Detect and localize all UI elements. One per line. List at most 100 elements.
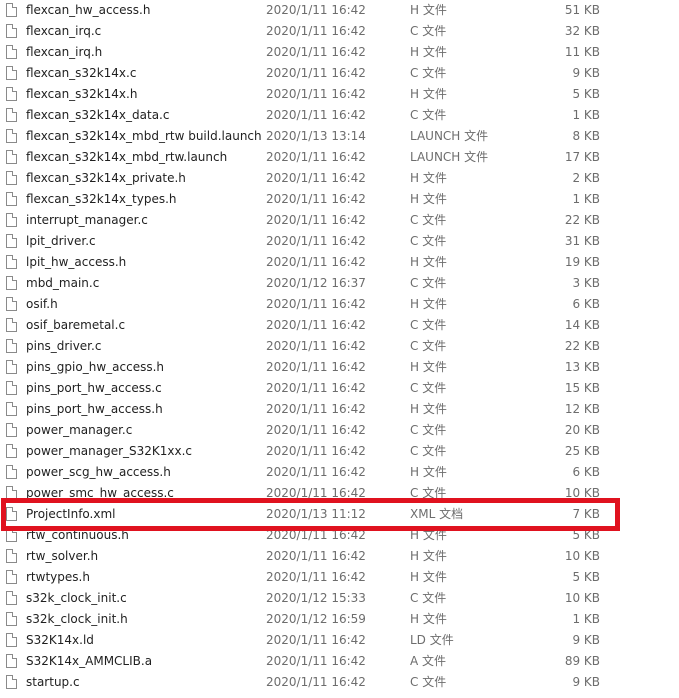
file-row[interactable]: lpit_driver.c 2020/1/11 16:42 C 文件 31 KB [0, 231, 600, 252]
file-icon [6, 507, 17, 521]
file-date: 2020/1/11 16:42 [266, 381, 366, 395]
file-row[interactable]: power_manager_S32K1xx.c 2020/1/11 16:42 … [0, 441, 600, 462]
file-type: XML 文档 [410, 507, 464, 521]
file-type: H 文件 [410, 87, 447, 101]
file-type: H 文件 [410, 171, 447, 185]
file-name: pins_driver.c [26, 339, 102, 353]
file-date: 2020/1/11 16:42 [266, 360, 366, 374]
file-row[interactable]: pins_gpio_hw_access.h 2020/1/11 16:42 H … [0, 357, 600, 378]
file-size: 32 KB [564, 24, 600, 38]
file-row[interactable]: pins_port_hw_access.h 2020/1/11 16:42 H … [0, 399, 600, 420]
file-row[interactable]: interrupt_manager.c 2020/1/11 16:42 C 文件… [0, 210, 600, 231]
file-size: 2 KB [572, 171, 600, 185]
file-icon [6, 633, 17, 647]
file-icon [6, 255, 17, 269]
file-row[interactable]: rtwtypes.h 2020/1/11 16:42 H 文件 5 KB [0, 567, 600, 588]
file-size: 22 KB [564, 339, 600, 353]
file-name: s32k_clock_init.h [26, 612, 128, 626]
file-row[interactable]: flexcan_s32k14x_mbd_rtw build.launch 202… [0, 126, 600, 147]
file-icon [6, 213, 17, 227]
file-row[interactable]: flexcan_irq.c 2020/1/11 16:42 C 文件 32 KB [0, 21, 600, 42]
file-row[interactable]: flexcan_s32k14x.h 2020/1/11 16:42 H 文件 5… [0, 84, 600, 105]
file-size: 6 KB [572, 297, 600, 311]
file-row[interactable]: flexcan_s32k14x_mbd_rtw.launch 2020/1/11… [0, 147, 600, 168]
file-date: 2020/1/11 16:42 [266, 465, 366, 479]
file-size: 3 KB [572, 276, 600, 290]
file-date: 2020/1/11 16:42 [266, 192, 366, 206]
file-row[interactable]: flexcan_s32k14x.c 2020/1/11 16:42 C 文件 9… [0, 63, 600, 84]
file-row[interactable]: S32K14x_AMMCLIB.a 2020/1/11 16:42 A 文件 8… [0, 651, 600, 672]
file-type: H 文件 [410, 528, 447, 542]
file-type: H 文件 [410, 465, 447, 479]
file-name: pins_port_hw_access.h [26, 402, 163, 416]
file-row[interactable]: flexcan_irq.h 2020/1/11 16:42 H 文件 11 KB [0, 42, 600, 63]
file-name: interrupt_manager.c [26, 213, 148, 227]
file-row[interactable]: startup.c 2020/1/11 16:42 C 文件 9 KB [0, 672, 600, 693]
file-icon [6, 549, 17, 563]
file-row[interactable]: power_scg_hw_access.h 2020/1/11 16:42 H … [0, 462, 600, 483]
file-date: 2020/1/11 16:42 [266, 528, 366, 542]
file-name: flexcan_hw_access.h [26, 3, 151, 17]
file-row[interactable]: rtw_continuous.h 2020/1/11 16:42 H 文件 5 … [0, 525, 600, 546]
file-row[interactable]: pins_port_hw_access.c 2020/1/11 16:42 C … [0, 378, 600, 399]
file-size: 1 KB [572, 108, 600, 122]
file-date: 2020/1/11 16:42 [266, 24, 366, 38]
file-type: H 文件 [410, 360, 447, 374]
file-type: H 文件 [410, 255, 447, 269]
file-type: C 文件 [410, 381, 447, 395]
file-row[interactable]: flexcan_s32k14x_private.h 2020/1/11 16:4… [0, 168, 600, 189]
file-row[interactable]: s32k_clock_init.c 2020/1/12 15:33 C 文件 1… [0, 588, 600, 609]
file-name: power_scg_hw_access.h [26, 465, 171, 479]
file-icon [6, 381, 17, 395]
file-icon [6, 486, 17, 500]
file-row[interactable]: flexcan_s32k14x_data.c 2020/1/11 16:42 C… [0, 105, 600, 126]
file-size: 11 KB [564, 45, 600, 59]
file-type: C 文件 [410, 675, 447, 689]
file-icon [6, 423, 17, 437]
file-size: 7 KB [572, 507, 600, 521]
file-name: rtwtypes.h [26, 570, 90, 584]
file-size: 10 KB [564, 486, 600, 500]
file-row[interactable]: lpit_hw_access.h 2020/1/11 16:42 H 文件 19… [0, 252, 600, 273]
file-row[interactable]: osif.h 2020/1/11 16:42 H 文件 6 KB [0, 294, 600, 315]
file-row[interactable]: ProjectInfo.xml 2020/1/13 11:12 XML 文档 7… [0, 504, 600, 525]
file-row[interactable]: s32k_clock_init.h 2020/1/12 16:59 H 文件 1… [0, 609, 600, 630]
file-name: pins_gpio_hw_access.h [26, 360, 164, 374]
file-size: 51 KB [564, 3, 600, 17]
file-icon [6, 654, 17, 668]
file-name: flexcan_s32k14x.h [26, 87, 138, 101]
file-row[interactable]: flexcan_s32k14x_types.h 2020/1/11 16:42 … [0, 189, 600, 210]
file-icon [6, 66, 17, 80]
file-name: pins_port_hw_access.c [26, 381, 162, 395]
file-row[interactable]: mbd_main.c 2020/1/12 16:37 C 文件 3 KB [0, 273, 600, 294]
file-icon [6, 192, 17, 206]
file-type: C 文件 [410, 486, 447, 500]
file-icon [6, 318, 17, 332]
file-row[interactable]: power_manager.c 2020/1/11 16:42 C 文件 20 … [0, 420, 600, 441]
file-type: C 文件 [410, 108, 447, 122]
file-date: 2020/1/12 16:59 [266, 612, 366, 626]
file-type: H 文件 [410, 3, 447, 17]
file-date: 2020/1/11 16:42 [266, 234, 366, 248]
file-date: 2020/1/11 16:42 [266, 549, 366, 563]
file-row[interactable]: osif_baremetal.c 2020/1/11 16:42 C 文件 14… [0, 315, 600, 336]
file-size: 8 KB [572, 129, 600, 143]
file-row[interactable]: flexcan_hw_access.h 2020/1/11 16:42 H 文件… [0, 0, 600, 21]
file-icon [6, 108, 17, 122]
file-type: C 文件 [410, 213, 447, 227]
file-date: 2020/1/11 16:42 [266, 66, 366, 80]
file-date: 2020/1/11 16:42 [266, 108, 366, 122]
file-date: 2020/1/11 16:42 [266, 87, 366, 101]
file-size: 1 KB [572, 192, 600, 206]
file-date: 2020/1/12 15:33 [266, 591, 366, 605]
file-row[interactable]: pins_driver.c 2020/1/11 16:42 C 文件 22 KB [0, 336, 600, 357]
file-row[interactable]: S32K14x.ld 2020/1/11 16:42 LD 文件 9 KB [0, 630, 600, 651]
file-name: flexcan_s32k14x_types.h [26, 192, 177, 206]
file-date: 2020/1/11 16:42 [266, 675, 366, 689]
file-date: 2020/1/13 13:14 [266, 129, 366, 143]
file-date: 2020/1/11 16:42 [266, 45, 366, 59]
file-row[interactable]: power_smc_hw_access.c 2020/1/11 16:42 C … [0, 483, 600, 504]
file-row[interactable]: rtw_solver.h 2020/1/11 16:42 H 文件 10 KB [0, 546, 600, 567]
file-type: C 文件 [410, 66, 447, 80]
file-icon [6, 465, 17, 479]
